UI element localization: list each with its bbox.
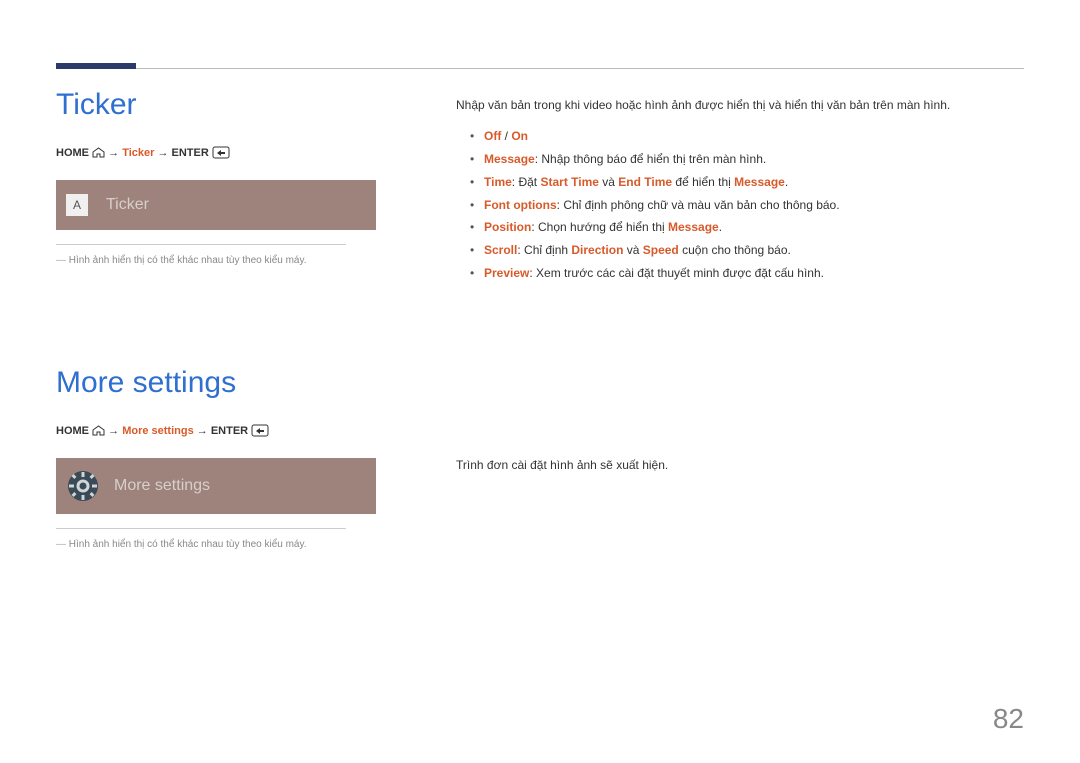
breadcrumb-ticker: HOME → Ticker → ENTER	[56, 146, 396, 162]
off-label: Off	[484, 129, 501, 143]
more-lead: Trình đơn cài đặt hình ảnh sẽ xuất hiện.	[456, 456, 1024, 475]
bullet-preview: Preview: Xem trước các cài đặt thuyết mi…	[484, 262, 1024, 285]
bullet-message: Message: Nhập thông báo để hiển thị trên…	[484, 148, 1024, 171]
bullet-time: Time: Đặt Start Time và End Time để hiển…	[484, 171, 1024, 194]
time-post: để hiển thị	[672, 175, 734, 189]
time-mid: và	[599, 175, 618, 189]
position-msg: Message	[668, 220, 719, 234]
breadcrumb-item: Ticker	[122, 147, 154, 159]
breadcrumb-more: HOME → More settings → ENTER	[56, 424, 396, 440]
time-end: End Time	[618, 175, 672, 189]
font-label: Font options	[484, 198, 557, 212]
gear-icon	[66, 469, 100, 503]
note-more: Hình ảnh hiển thị có thể khác nhau tùy t…	[56, 539, 396, 550]
breadcrumb-enter: ENTER	[172, 147, 209, 159]
breadcrumb-arrow-2: →	[157, 147, 171, 159]
tile-badge: A	[66, 194, 88, 216]
scroll-pre: : Chỉ định	[517, 243, 571, 257]
tile-label: Ticker	[106, 196, 149, 214]
section-more-right: Trình đơn cài đặt hình ảnh sẽ xuất hiện.	[456, 456, 1024, 475]
scroll-label: Scroll	[484, 243, 517, 257]
on-label: On	[511, 129, 528, 143]
section-ticker-left: Ticker HOME → Ticker → ENTER A	[56, 88, 396, 266]
page-number: 82	[993, 703, 1024, 735]
page: Ticker HOME → Ticker → ENTER A	[0, 0, 1080, 763]
left-column: Ticker HOME → Ticker → ENTER A	[56, 88, 396, 610]
breadcrumb-enter: ENTER	[211, 425, 248, 437]
tile-more: More settings	[56, 458, 376, 514]
columns: Ticker HOME → Ticker → ENTER A	[56, 88, 1024, 610]
ticker-bullets: Off / On Message: Nhập thông báo để hiển…	[456, 125, 1024, 285]
section-ticker-right: Nhập văn bản trong khi video hoặc hình ả…	[456, 96, 1024, 396]
position-tail: .	[719, 220, 722, 234]
scroll-tail: cuộn cho thông báo.	[679, 243, 791, 257]
font-text: : Chỉ định phông chữ và màu văn bản cho …	[557, 198, 840, 212]
breadcrumb-arrow-2: →	[197, 425, 211, 437]
bullet-scroll: Scroll: Chỉ định Direction và Speed cuộn…	[484, 239, 1024, 262]
position-label: Position	[484, 220, 531, 234]
home-icon	[92, 147, 105, 161]
section-more-left: More settings HOME → More settings → ENT…	[56, 366, 396, 550]
sep: /	[501, 129, 511, 143]
divider	[56, 244, 346, 245]
breadcrumb-home: HOME	[56, 147, 89, 159]
divider	[56, 528, 346, 529]
tile-label: More settings	[114, 477, 210, 495]
preview-text: : Xem trước các cài đặt thuyết minh được…	[529, 266, 824, 280]
heading-more: More settings	[56, 366, 396, 400]
position-pre: : Chọn hướng để hiển thị	[531, 220, 668, 234]
heading-ticker: Ticker	[56, 88, 396, 122]
time-tail: .	[785, 175, 788, 189]
top-rule	[56, 68, 1024, 69]
breadcrumb-item: More settings	[122, 425, 194, 437]
preview-label: Preview	[484, 266, 529, 280]
time-pre: : Đặt	[512, 175, 541, 189]
time-label: Time	[484, 175, 512, 189]
ticker-lead: Nhập văn bản trong khi video hoặc hình ả…	[456, 96, 1024, 115]
right-column: Nhập văn bản trong khi video hoặc hình ả…	[456, 88, 1024, 610]
message-text: : Nhập thông báo để hiển thị trên màn hì…	[535, 152, 767, 166]
breadcrumb-home: HOME	[56, 425, 89, 437]
home-icon	[92, 425, 105, 439]
bullet-off-on: Off / On	[484, 125, 1024, 148]
breadcrumb-arrow-1: →	[108, 425, 122, 437]
tile-ticker: A Ticker	[56, 180, 376, 230]
enter-icon	[212, 146, 230, 162]
scroll-speed: Speed	[643, 243, 679, 257]
scroll-dir: Direction	[571, 243, 623, 257]
time-start: Start Time	[540, 175, 598, 189]
top-accent-bar	[56, 63, 136, 69]
time-msg: Message	[734, 175, 785, 189]
note-ticker: Hình ảnh hiển thị có thể khác nhau tùy t…	[56, 255, 396, 266]
enter-icon	[251, 424, 269, 440]
scroll-mid: và	[623, 243, 642, 257]
message-label: Message	[484, 152, 535, 166]
bullet-font: Font options: Chỉ định phông chữ và màu …	[484, 194, 1024, 217]
bullet-position: Position: Chọn hướng để hiển thị Message…	[484, 216, 1024, 239]
breadcrumb-arrow-1: →	[108, 147, 122, 159]
